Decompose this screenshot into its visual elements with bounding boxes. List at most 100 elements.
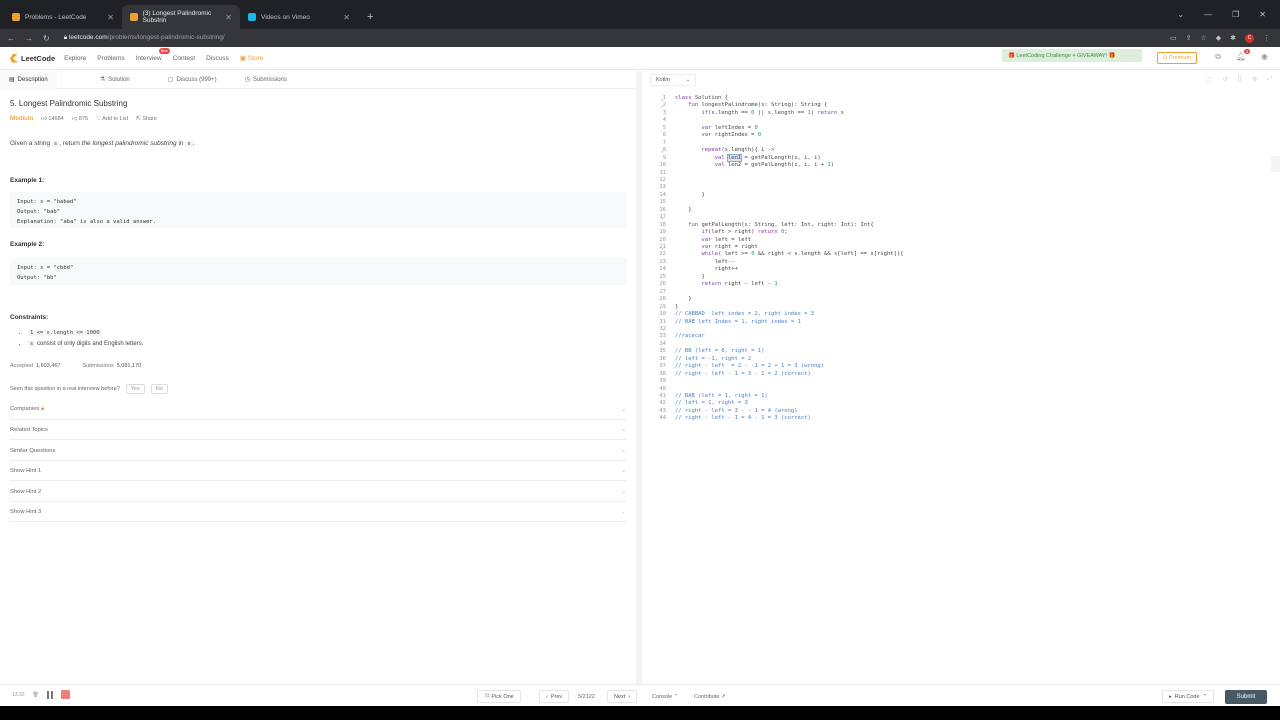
language-select[interactable]: Kotlin ⌄ xyxy=(650,74,697,86)
playground-icon[interactable]: ⧉ xyxy=(1215,52,1221,62)
add-to-list-button[interactable]: ♡ Add to List xyxy=(96,116,128,122)
premium-button[interactable]: ⊙ Premium xyxy=(1157,52,1197,64)
code-line[interactable]: // right - left = 3 - - 1 = 4 (wrong) xyxy=(675,408,798,416)
code-line[interactable]: // BAB left Index = 1, right index = 1 xyxy=(675,319,801,327)
profile-avatar[interactable]: C xyxy=(1245,33,1254,43)
next-button[interactable]: Next › xyxy=(607,690,638,703)
yes-button[interactable]: Yes xyxy=(125,384,145,394)
contribute-link[interactable]: Contribute ↗ xyxy=(694,694,726,700)
close-tab-icon[interactable]: ✕ xyxy=(225,13,232,22)
code-line[interactable]: } xyxy=(675,304,678,312)
tab-search-icon[interactable]: ⌄ xyxy=(1177,10,1184,19)
stop-icon[interactable] xyxy=(60,690,70,699)
notifications-icon[interactable]: 🔔︎ 3 xyxy=(1236,49,1251,62)
code-line[interactable]: class Solution { xyxy=(675,95,728,103)
close-tab-icon[interactable]: ✕ xyxy=(343,13,350,22)
cast-icon[interactable]: ▭ xyxy=(1170,34,1177,42)
new-tab-button[interactable]: + xyxy=(358,5,382,29)
accordion-companies[interactable]: Companies 🔒︎ ⌄ xyxy=(10,400,626,420)
code-line[interactable]: } xyxy=(675,192,704,200)
run-code-button[interactable]: ▸ Run Code ⌃ xyxy=(1162,690,1215,703)
code-line[interactable]: if(s.length == 0 || s.length == 1) retur… xyxy=(675,110,844,118)
pause-icon[interactable] xyxy=(46,690,53,699)
accordion-similar-questions[interactable]: Similar Questions ⌄ xyxy=(10,441,626,461)
reload-icon[interactable]: ↻ xyxy=(43,34,50,43)
tab-discuss[interactable]: ▢ Discuss (999+) xyxy=(159,71,226,89)
code-line[interactable]: // right - left - 1 = 4 - 1 = 3 (correct… xyxy=(675,415,811,423)
extension-icon[interactable]: ◆ xyxy=(1216,34,1221,42)
code-line[interactable]: var leftIndex = 0 xyxy=(675,125,758,133)
code-line[interactable]: fun longestPalindrome(s: String): String… xyxy=(675,102,827,110)
code-line[interactable]: // right - left - 1 = 3 - 1 = 2 (correct… xyxy=(675,371,811,379)
braces-icon[interactable]: {} xyxy=(1238,76,1242,85)
prev-button[interactable]: ‹ Prev xyxy=(539,690,570,703)
minimize-icon[interactable]: — xyxy=(1204,10,1212,19)
code-line[interactable]: repeat(s.length){ i -> xyxy=(675,147,775,155)
code-line[interactable]: left-- xyxy=(675,259,735,267)
code-line[interactable]: var rightIndex = 0 xyxy=(675,132,762,140)
challenge-banner[interactable]: 🎁 LeetCoding Challenge + GIVEAWAY! 🎁 xyxy=(1002,49,1142,62)
puzzle-icon[interactable]: ✱ xyxy=(1230,34,1236,42)
side-panel-toggle[interactable] xyxy=(1271,156,1280,172)
forward-icon[interactable]: → xyxy=(25,34,33,43)
console-toggle[interactable]: Console ⌃ xyxy=(652,694,678,700)
nav-discuss[interactable]: Discuss xyxy=(206,55,229,62)
no-button[interactable]: No xyxy=(150,384,168,394)
tab-description[interactable]: ▤ Description xyxy=(0,70,57,89)
dislike-button[interactable]: 👎︎ 875 xyxy=(72,116,88,122)
nav-contest[interactable]: Contest xyxy=(173,55,195,62)
leetcode-logo[interactable]: LeetCode xyxy=(10,53,55,63)
browser-tab-problems[interactable]: Problems - LeetCode ✕ xyxy=(4,5,122,29)
browser-tab-vimeo[interactable]: Videos on Vimeo ✕ xyxy=(240,5,358,29)
code-line[interactable]: // BB (left = 0, right = 1) xyxy=(675,348,764,356)
share-button[interactable]: ⇱ Share xyxy=(136,116,157,122)
trash-icon[interactable]: 🗑︎ xyxy=(33,692,39,698)
code-line[interactable]: val len2 = getPalLength(s, i, i + 1) xyxy=(675,162,834,170)
code-line[interactable]: // CABBAD left index = 2, right index = … xyxy=(675,311,814,319)
like-button[interactable]: 👍︎ 14684 xyxy=(41,116,64,122)
back-icon[interactable]: ← xyxy=(7,34,15,43)
accordion-hint-1[interactable]: Show Hint 1 ⌄ xyxy=(10,461,626,481)
info-icon[interactable]: ⓘ xyxy=(1207,76,1213,85)
settings-icon[interactable]: ⚙ xyxy=(1252,76,1257,85)
accordion-hint-2[interactable]: Show Hint 2 ⌄ xyxy=(10,482,626,502)
code-line[interactable]: // left = 1, right = 3 xyxy=(675,400,748,408)
accordion-related-topics[interactable]: Related Topics ⌄ xyxy=(10,420,626,440)
code-line[interactable]: var left = left xyxy=(675,237,752,245)
accordion-hint-3[interactable]: Show Hint 3 ⌄ xyxy=(10,502,626,522)
code-line[interactable]: fun getPalLength(s: String, left: Int, r… xyxy=(675,222,873,230)
nav-store[interactable]: ▣ Store xyxy=(240,54,264,62)
browser-tab-longest-palindromic[interactable]: (3) Longest Palindromic Substrin ✕ xyxy=(122,5,240,29)
share-icon[interactable]: ⇪ xyxy=(1186,34,1192,42)
maximize-icon[interactable]: ❐ xyxy=(1232,10,1239,19)
close-window-icon[interactable]: ✕ xyxy=(1259,10,1266,19)
code-line[interactable]: val len1 = getPalLength(s, i, i) xyxy=(675,153,821,163)
submit-button[interactable]: Submit xyxy=(1225,690,1267,704)
code-line[interactable]: if(left > right) return 0; xyxy=(675,229,788,237)
code-line[interactable]: // BAB (left = 1, right = 1) xyxy=(675,393,768,401)
nav-interview[interactable]: Interview New xyxy=(136,47,170,62)
nav-explore[interactable]: Explore xyxy=(64,55,86,62)
user-icon[interactable]: ◉ xyxy=(1261,52,1268,62)
tab-solution[interactable]: ⚗ Solution xyxy=(91,71,139,89)
code-line[interactable]: return right - left - 1 xyxy=(675,281,778,289)
code-editor[interactable]: 1 ▾ class Solution {2 ▾ fun longestPalindro… xyxy=(642,93,1280,684)
code-line[interactable]: while( left >= 0 && right < s.length && … xyxy=(675,251,904,259)
tab-submissions[interactable]: ◷ Submissions xyxy=(236,71,296,89)
menu-dots-icon[interactable]: ⋮ xyxy=(1263,34,1270,42)
fullscreen-icon[interactable]: ⤢ xyxy=(1267,76,1272,85)
code-line[interactable]: right++ xyxy=(675,266,738,274)
code-line[interactable]: // right - left = 2 - -1 = 2 + 1 = 3 (wr… xyxy=(675,363,824,371)
bookmark-star-icon[interactable]: ☆ xyxy=(1200,34,1206,42)
code-line[interactable]: //racecar xyxy=(675,333,705,341)
problem-page-indicator[interactable]: 5/2122 xyxy=(578,694,595,700)
close-tab-icon[interactable]: ✕ xyxy=(107,13,114,22)
code-line[interactable]: } xyxy=(675,207,691,215)
pick-one-button[interactable]: ⤨ Pick One xyxy=(477,690,521,703)
code-line[interactable]: } xyxy=(675,296,691,304)
code-line[interactable]: } xyxy=(675,274,704,282)
url-field[interactable]: 🔒︎ leetcode.com/problems/longest-palindr… xyxy=(64,34,225,42)
reset-icon[interactable]: ↺ xyxy=(1223,76,1228,85)
nav-problems[interactable]: Problems xyxy=(97,55,124,62)
code-line[interactable]: // left = -1, right = 2 xyxy=(675,356,751,364)
